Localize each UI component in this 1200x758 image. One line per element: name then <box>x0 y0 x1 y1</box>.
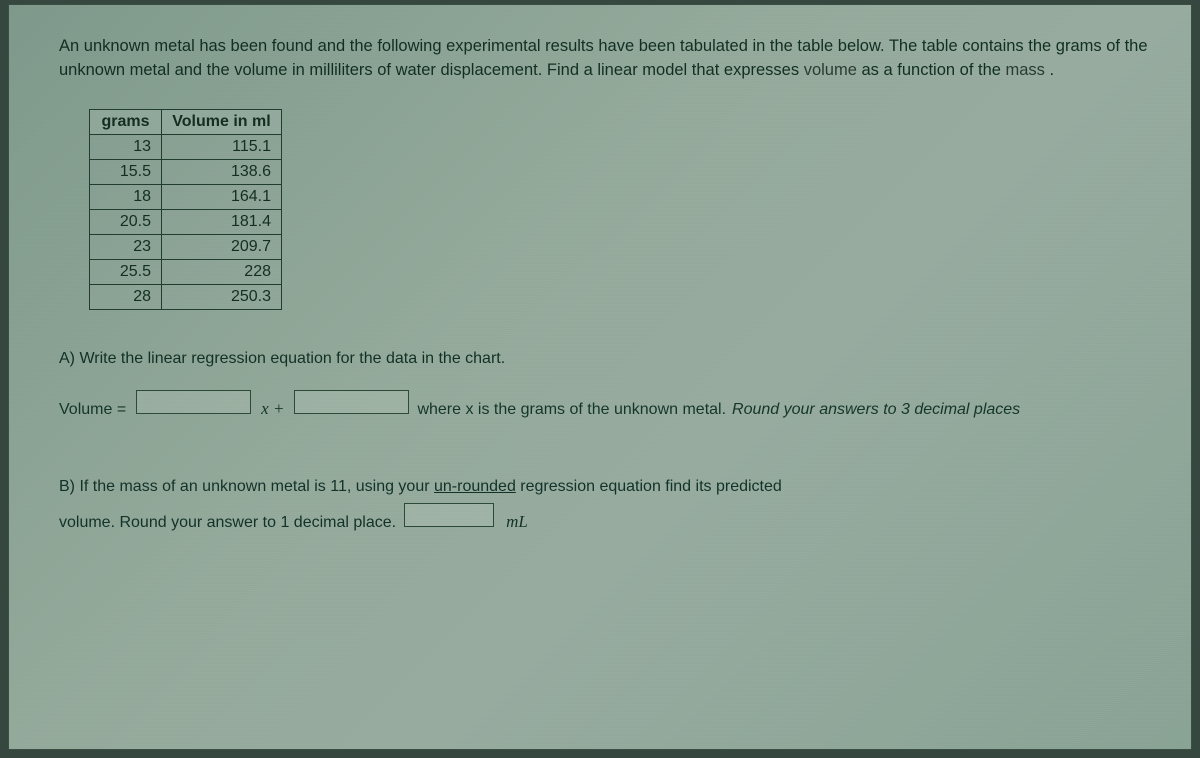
table-row: 13 115.1 <box>90 134 282 159</box>
volume-equals-label: Volume = <box>59 393 126 427</box>
part-b-text-2a: volume. Round your answer to 1 decimal p… <box>59 507 396 539</box>
table-row: 15.5 138.6 <box>90 159 282 184</box>
cell-volume: 209.7 <box>162 234 282 259</box>
table-header-row: grams Volume in ml <box>90 109 282 134</box>
problem-panel: An unknown metal has been found and the … <box>8 4 1192 750</box>
intro-period: . <box>1050 61 1055 79</box>
cell-grams: 25.5 <box>90 259 162 284</box>
cell-grams: 20.5 <box>90 209 162 234</box>
intro-emph-volume: volume <box>804 61 857 79</box>
slope-input[interactable] <box>136 390 251 414</box>
cell-volume: 115.1 <box>162 134 282 159</box>
table-row: 20.5 181.4 <box>90 209 282 234</box>
part-b-text-1a: B) If the mass of an unknown metal is 11… <box>59 478 434 495</box>
cell-grams: 18 <box>90 184 162 209</box>
table-row: 23 209.7 <box>90 234 282 259</box>
table-row: 18 164.1 <box>90 184 282 209</box>
part-b-unrounded: un-rounded <box>434 478 516 495</box>
cell-volume: 138.6 <box>162 159 282 184</box>
table-row: 28 250.3 <box>90 284 282 309</box>
part-a-equation-line: Volume = x + where x is the grams of the… <box>59 390 1151 427</box>
intercept-input[interactable] <box>294 390 409 414</box>
part-a-rounding-note: Round your answers to 3 decimal places <box>732 393 1020 427</box>
intro-emph-mass: mass <box>1006 61 1045 79</box>
predicted-volume-input[interactable] <box>404 503 494 527</box>
part-b-line1: B) If the mass of an unknown metal is 11… <box>59 471 1151 503</box>
cell-volume: 164.1 <box>162 184 282 209</box>
cell-grams: 23 <box>90 234 162 259</box>
cell-grams: 28 <box>90 284 162 309</box>
cell-volume: 228 <box>162 259 282 284</box>
col-header-grams: grams <box>90 109 162 134</box>
part-b-text-1b: regression equation find its predicted <box>520 478 782 495</box>
data-table: grams Volume in ml 13 115.1 15.5 138.6 1… <box>89 109 282 310</box>
problem-statement: An unknown metal has been found and the … <box>59 35 1151 83</box>
cell-volume: 181.4 <box>162 209 282 234</box>
part-b-line2: volume. Round your answer to 1 decimal p… <box>59 503 1151 539</box>
x-plus-label: x + <box>259 391 286 427</box>
part-a-prompt: A) Write the linear regression equation … <box>59 350 1151 368</box>
cell-volume: 250.3 <box>162 284 282 309</box>
part-a-tail: where x is the grams of the unknown meta… <box>417 393 726 427</box>
cell-grams: 15.5 <box>90 159 162 184</box>
cell-grams: 13 <box>90 134 162 159</box>
intro-text-2: as a function of the <box>862 61 1006 79</box>
table-row: 25.5 228 <box>90 259 282 284</box>
col-header-volume: Volume in ml <box>162 109 282 134</box>
unit-ml: mL <box>502 505 528 539</box>
part-b: B) If the mass of an unknown metal is 11… <box>59 471 1151 539</box>
